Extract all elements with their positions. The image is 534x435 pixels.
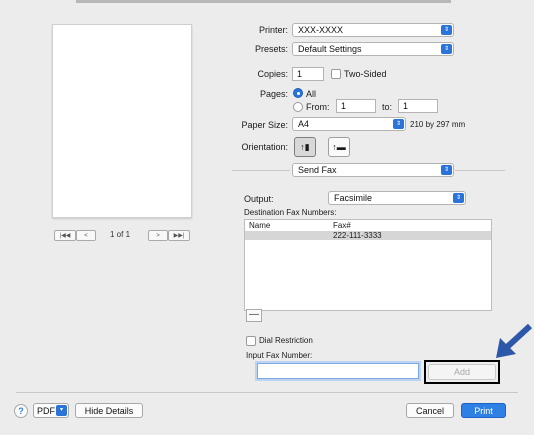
pages-range-radio[interactable] [293, 102, 303, 112]
two-sided-label: Two-Sided [344, 69, 387, 79]
table-row[interactable]: 222-111-3333 [245, 231, 491, 240]
printer-popup[interactable]: XXX-XXXX ⇕ [292, 23, 454, 37]
window-top-edge [76, 0, 451, 3]
page-preview [52, 24, 192, 218]
output-value: Facsimile [334, 193, 373, 203]
section-divider-left [232, 170, 290, 171]
fax-number-input[interactable] [257, 363, 419, 379]
next-page-button[interactable]: > [148, 230, 168, 241]
chevron-down-icon: ▾ [56, 405, 67, 416]
section-divider-right [455, 170, 505, 171]
remove-number-button[interactable]: — [246, 309, 262, 322]
page-indicator: 1 of 1 [110, 230, 131, 239]
presets-label: Presets: [254, 44, 288, 54]
portrait-icon: ↑▮ [300, 141, 310, 152]
column-header-fax: Fax# [333, 221, 351, 230]
landscape-icon: ↑▬ [332, 142, 346, 152]
chevron-updown-icon: ⇕ [441, 25, 452, 35]
destination-fax-table[interactable]: Name Fax# 222-111-3333 [244, 219, 492, 311]
output-popup[interactable]: Facsimile ⇕ [328, 191, 466, 205]
help-button[interactable]: ? [14, 404, 28, 418]
presets-popup[interactable]: Default Settings ⇕ [292, 42, 454, 56]
two-sided-checkbox[interactable] [331, 69, 341, 79]
copies-field[interactable]: 1 [292, 67, 324, 81]
paper-size-popup[interactable]: A4 ⇕ [292, 117, 406, 131]
pages-to-field[interactable]: 1 [398, 99, 438, 113]
pages-to-label: to: [382, 102, 393, 112]
paper-dimensions: 210 by 297 mm [410, 120, 466, 129]
chevron-updown-icon: ⇕ [453, 193, 464, 203]
chevron-updown-icon: ⇕ [441, 165, 452, 175]
print-dialog: |◀◀ < 1 of 1 > ▶▶| Printer: XXX-XXXX ⇕ P… [0, 0, 534, 435]
dial-restriction-label: Dial Restriction [259, 336, 313, 345]
hide-details-button[interactable]: Hide Details [75, 403, 143, 418]
input-fax-label: Input Fax Number: [246, 351, 313, 360]
annotation-arrow-icon [496, 323, 532, 358]
pages-from-label: From: [306, 102, 330, 112]
chevron-updown-icon: ⇕ [441, 44, 452, 54]
pdf-label: PDF [37, 405, 55, 416]
landscape-orientation-button[interactable]: ↑▬ [328, 137, 350, 157]
first-page-button[interactable]: |◀◀ [54, 230, 76, 241]
pages-label: Pages: [259, 89, 288, 99]
portrait-orientation-button[interactable]: ↑▮ [294, 137, 316, 157]
previous-page-button[interactable]: < [76, 230, 96, 241]
dial-restriction-checkbox[interactable] [246, 336, 256, 346]
copies-label: Copies: [257, 69, 288, 79]
section-popup[interactable]: Send Fax ⇕ [292, 163, 454, 177]
presets-value: Default Settings [298, 44, 362, 54]
orientation-label: Orientation: [241, 142, 288, 152]
column-header-name: Name [249, 221, 271, 230]
destination-label: Destination Fax Numbers: [244, 208, 337, 217]
row-fax-number: 222-111-3333 [333, 231, 382, 240]
table-header: Name Fax# [245, 220, 491, 230]
pdf-menu-button[interactable]: PDF ▾ [33, 403, 69, 418]
last-page-button[interactable]: ▶▶| [168, 230, 190, 241]
chevron-updown-icon: ⇕ [393, 119, 404, 129]
printer-label: Printer: [258, 25, 288, 35]
cancel-button[interactable]: Cancel [406, 403, 454, 418]
printer-value: XXX-XXXX [298, 25, 344, 35]
pages-all-radio[interactable] [293, 88, 303, 98]
highlight-box [424, 360, 500, 384]
paper-size-label: Paper Size: [241, 120, 288, 130]
paper-size-value: A4 [298, 119, 310, 129]
footer-divider [16, 392, 518, 393]
output-label: Output: [244, 194, 274, 204]
section-value: Send Fax [298, 165, 337, 175]
print-button[interactable]: Print [461, 403, 506, 418]
pages-from-field[interactable]: 1 [336, 99, 376, 113]
pages-all-label: All [306, 89, 317, 99]
